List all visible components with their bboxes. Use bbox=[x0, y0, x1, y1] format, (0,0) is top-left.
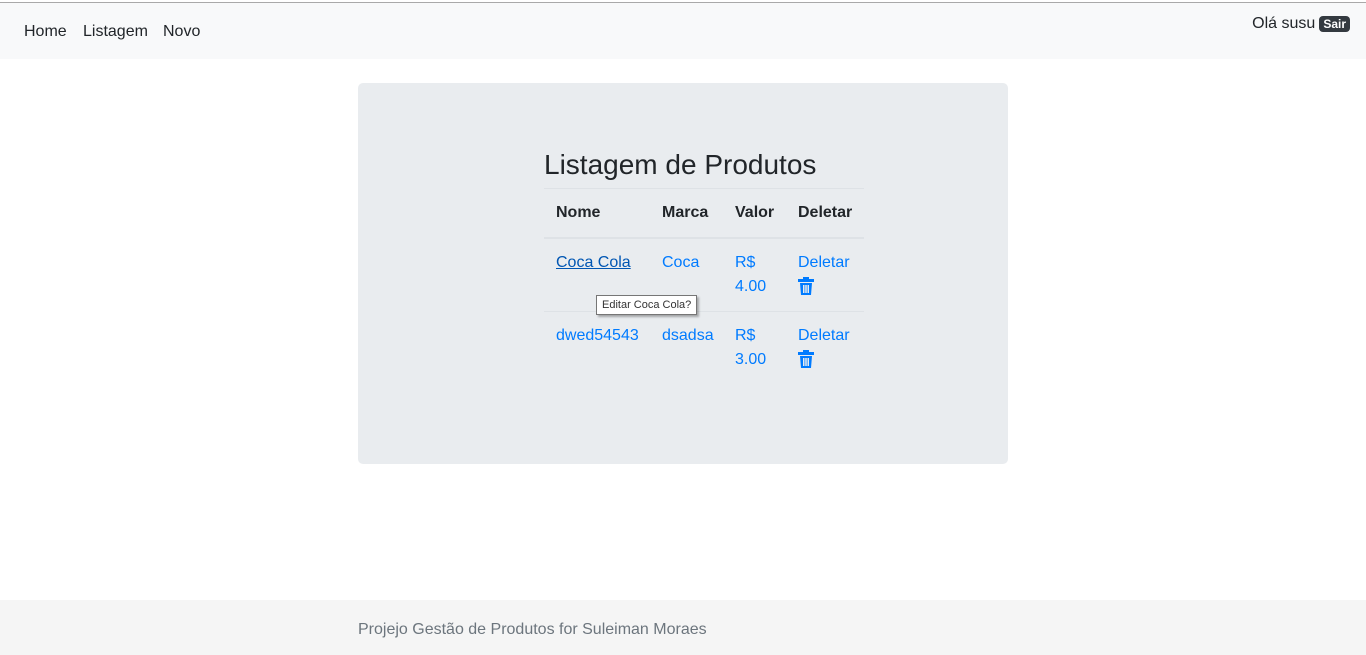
nav-link-listagem[interactable]: Listagem bbox=[83, 23, 148, 41]
product-price[interactable]: R$ 4.00 bbox=[735, 251, 785, 299]
page-title: Listagem de Produtos bbox=[544, 149, 817, 180]
price-currency[interactable]: R$ bbox=[735, 251, 785, 275]
delete-cell: Deletar bbox=[798, 251, 850, 295]
column-header-marca: Marca bbox=[662, 204, 709, 221]
trash-icon[interactable] bbox=[798, 350, 814, 368]
user-greeting: Olá susu Sair bbox=[1252, 15, 1350, 33]
product-brand-link[interactable]: Coca bbox=[662, 251, 699, 275]
delete-link[interactable]: Deletar bbox=[798, 251, 850, 275]
delete-link[interactable]: Deletar bbox=[798, 324, 850, 348]
nav-link-novo[interactable]: Novo bbox=[163, 23, 200, 41]
price-amount[interactable]: 3.00 bbox=[735, 348, 785, 372]
footer-text: Projejo Gestão de Produtos for Suleiman … bbox=[358, 621, 707, 638]
logout-button[interactable]: Sair bbox=[1319, 16, 1350, 32]
table-header-border bbox=[544, 237, 864, 239]
price-amount[interactable]: 4.00 bbox=[735, 275, 785, 299]
table-top-border bbox=[544, 188, 864, 189]
product-price[interactable]: R$ 3.00 bbox=[735, 324, 785, 372]
greeting-text: Olá susu bbox=[1252, 15, 1316, 32]
footer: Projejo Gestão de Produtos for Suleiman … bbox=[0, 600, 1366, 655]
delete-cell: Deletar bbox=[798, 324, 850, 368]
navbar: Home Listagem Novo Olá susu Sair bbox=[0, 3, 1366, 59]
row-divider bbox=[544, 311, 864, 312]
product-name-link[interactable]: Coca Cola bbox=[556, 251, 631, 275]
trash-icon[interactable] bbox=[798, 277, 814, 295]
price-currency[interactable]: R$ bbox=[735, 324, 785, 348]
edit-tooltip: Editar Coca Cola? bbox=[596, 295, 698, 315]
nav-link-home[interactable]: Home bbox=[24, 23, 67, 41]
column-header-nome: Nome bbox=[556, 204, 601, 221]
product-name-link[interactable]: dwed54543 bbox=[556, 324, 639, 348]
column-header-valor: Valor bbox=[735, 204, 775, 221]
product-brand-link[interactable]: dsadsa bbox=[662, 324, 714, 348]
column-header-deletar: Deletar bbox=[798, 204, 853, 221]
